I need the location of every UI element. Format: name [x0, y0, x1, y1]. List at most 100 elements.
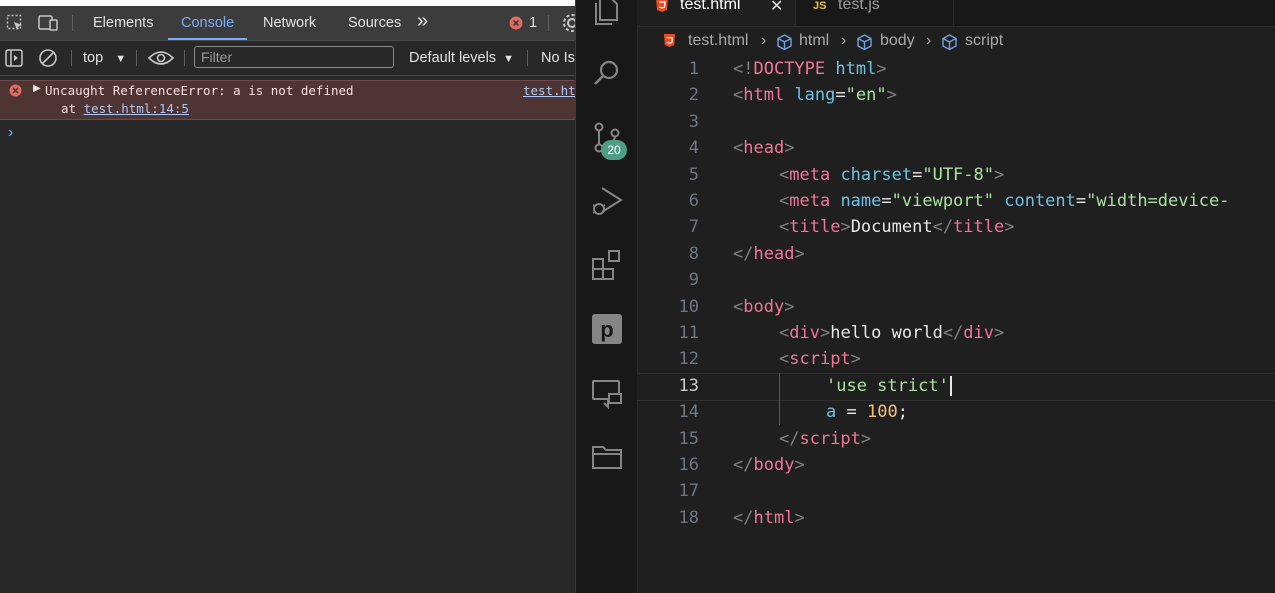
token: > — [794, 455, 805, 475]
token: = — [836, 402, 867, 423]
run-debug-icon[interactable] — [590, 184, 624, 218]
token: > — [994, 323, 1005, 343]
separator — [527, 50, 528, 66]
tab-elements[interactable]: Elements — [93, 6, 153, 40]
token: a — [826, 402, 837, 423]
vscode-window: 20 p test.html ✕ JS test.js test.html › … — [575, 0, 1275, 593]
token: > — [850, 349, 861, 370]
token: > — [784, 138, 795, 159]
tab-network[interactable]: Network — [263, 6, 316, 40]
extensions-icon[interactable] — [590, 248, 624, 282]
html5-file-icon — [655, 0, 669, 17]
settings-gear-icon[interactable] — [562, 13, 575, 38]
tab-test-html[interactable]: test.html ✕ — [637, 0, 796, 26]
line-number: 3 — [688, 111, 699, 132]
breadcrumb-item-body[interactable]: body — [880, 32, 915, 50]
stack-at-prefix: at — [61, 101, 84, 116]
token: name — [830, 191, 882, 211]
breadcrumb-item-script[interactable]: script — [965, 32, 1003, 50]
error-badge[interactable] — [509, 16, 523, 35]
source-control-badge: 20 — [601, 140, 627, 160]
token: < — [733, 138, 744, 159]
live-expression-eye-icon[interactable] — [147, 49, 175, 72]
breadcrumb-item-html[interactable]: html — [799, 32, 829, 50]
code-line-2: 2 <html lang="en"> — [637, 82, 1275, 108]
token: body — [753, 455, 795, 475]
chevron-right-icon: › — [761, 32, 767, 49]
console-toolbar: top ▼ Default levels ▼ No Is — [0, 41, 575, 76]
line-number: 16 — [678, 455, 699, 475]
js-file-icon: JS — [813, 0, 827, 17]
tab-label: test.js — [838, 0, 880, 13]
line-number: 1 — [688, 59, 699, 79]
more-tabs-icon[interactable]: » — [417, 4, 428, 38]
log-levels-dropdown[interactable]: Default levels ▼ — [409, 41, 514, 75]
code-line-6: 6 <meta name="viewport" content="width=de… — [637, 188, 1275, 214]
token: </ — [942, 323, 964, 343]
filter-input[interactable] — [194, 46, 394, 68]
text-cursor — [949, 375, 952, 396]
line-number: 10 — [678, 296, 699, 317]
search-icon[interactable] — [590, 56, 624, 90]
token: title — [789, 217, 841, 238]
token: < — [779, 323, 790, 343]
token: < — [779, 217, 790, 238]
token: meta — [789, 164, 831, 185]
breadcrumb: test.html › html › body › script — [637, 30, 1275, 56]
line-number: 15 — [678, 428, 699, 449]
line-number: 17 — [678, 481, 699, 502]
token: < — [733, 296, 744, 317]
activity-bar: 20 p — [576, 0, 638, 593]
token: DOCTYPE — [753, 59, 826, 79]
tab-test-js[interactable]: JS test.js — [795, 0, 954, 26]
close-tab-icon[interactable]: ✕ — [770, 0, 783, 16]
line-number: 11 — [678, 323, 699, 343]
token: > — [994, 164, 1005, 185]
separator — [184, 50, 185, 66]
token: </ — [733, 243, 754, 264]
issues-button[interactable]: No Is — [541, 41, 575, 75]
token: > — [784, 296, 795, 317]
error-count: 1 — [529, 15, 538, 31]
separator — [71, 50, 72, 66]
context-selector[interactable]: top ▼ — [83, 41, 126, 75]
expand-triangle-icon[interactable]: ▶ — [33, 83, 41, 94]
clear-console-icon[interactable] — [38, 48, 58, 73]
token: ; — [897, 402, 908, 423]
console-prompt[interactable]: › — [8, 124, 13, 142]
symbol-cube-icon — [776, 34, 793, 56]
token: Document — [850, 217, 933, 238]
tab-console[interactable]: Console — [168, 6, 248, 40]
breadcrumb-item-file[interactable]: test.html — [688, 32, 748, 50]
code-line-16: 16 </body> — [637, 452, 1275, 478]
inspect-element-icon[interactable] — [6, 14, 24, 37]
symbol-cube-icon — [941, 34, 958, 56]
token: </ — [932, 217, 954, 238]
stack-location-link[interactable]: test.html:14:5 — [84, 101, 189, 116]
folder-icon[interactable] — [590, 440, 624, 474]
code-line-12: 12 <script> — [637, 346, 1275, 372]
token: script — [789, 349, 851, 370]
token: "viewport" — [891, 191, 994, 211]
tab-sources[interactable]: Sources — [348, 6, 401, 40]
log-levels-label: Default levels — [409, 50, 497, 66]
token: lang — [784, 85, 836, 106]
explorer-files-icon[interactable] — [590, 0, 624, 28]
line-number: 18 — [678, 507, 699, 528]
token: > — [860, 428, 872, 449]
remote-explorer-icon[interactable] — [590, 376, 624, 410]
line-number: 13 — [678, 375, 699, 396]
token: html — [753, 507, 795, 528]
chevron-right-icon: › — [841, 32, 847, 49]
token: < — [779, 191, 790, 211]
html5-file-icon — [663, 34, 676, 52]
pinned-p-icon[interactable]: p — [590, 312, 624, 346]
source-link[interactable]: test.ht — [523, 83, 575, 98]
token: 'use strict' — [826, 375, 949, 396]
token: script — [799, 428, 861, 449]
device-toolbar-icon[interactable] — [38, 14, 60, 37]
token: head — [753, 243, 795, 264]
token: > — [876, 59, 887, 79]
code-line-17: 17 — [637, 478, 1275, 504]
sidebar-toggle-icon[interactable] — [5, 49, 23, 72]
